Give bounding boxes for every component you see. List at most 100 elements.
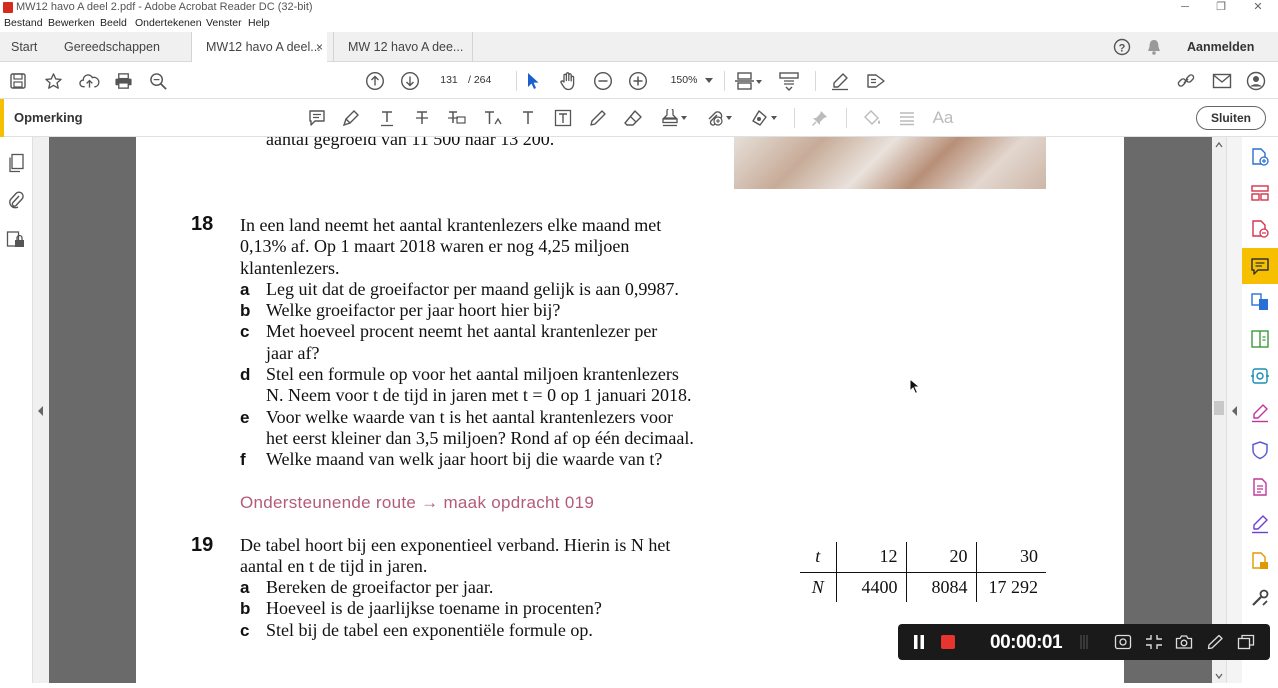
menu-ondertekenen[interactable]: Ondertekenen: [135, 17, 202, 29]
replace-text-icon[interactable]: [446, 108, 468, 128]
table-cell: 20: [906, 542, 977, 573]
menu-help[interactable]: Help: [248, 17, 270, 29]
scan-ocr-icon[interactable]: [1249, 365, 1271, 387]
attach-file-icon[interactable]: [704, 108, 734, 128]
table-row: N 4400 8084 17 292: [800, 572, 1046, 602]
recorder-grip-icon: [1078, 634, 1090, 650]
tab-tools[interactable]: Gereedschappen: [64, 32, 160, 62]
zoom-in-icon[interactable]: [627, 70, 649, 92]
toolbar-divider: [516, 71, 517, 91]
close-comment-button[interactable]: Sluiten: [1196, 106, 1266, 130]
sign-pen-icon[interactable]: [829, 70, 851, 92]
help-icon[interactable]: ?: [1113, 32, 1131, 62]
tab-start[interactable]: Start: [11, 32, 37, 62]
zoom-level-select[interactable]: 150%: [664, 72, 704, 89]
prepare-form-icon[interactable]: [1249, 476, 1271, 498]
insert-text-icon[interactable]: [482, 108, 504, 128]
pdf-page: aantal gegroeid van 11 500 naar 13 200. …: [136, 137, 1124, 683]
bookmark-star-icon[interactable]: [43, 71, 63, 91]
add-text-icon[interactable]: [518, 108, 538, 128]
left-navigation-rail: [0, 137, 33, 683]
combine-files-icon[interactable]: [1249, 291, 1271, 313]
pencil-draw-icon[interactable]: [588, 108, 608, 128]
question-18-item-letter: e: [240, 408, 250, 427]
menu-bewerken[interactable]: Bewerken: [48, 17, 95, 29]
annotate-pen-icon[interactable]: [1205, 633, 1225, 651]
zoom-out-icon[interactable]: [592, 70, 614, 92]
minimize-button[interactable]: ─: [1167, 0, 1203, 14]
share-link-icon[interactable]: [1175, 70, 1197, 92]
pin-icon[interactable]: [810, 108, 830, 128]
select-cursor-icon[interactable]: [523, 70, 543, 92]
right-collapse-gutter[interactable]: [1226, 137, 1242, 683]
organize-pages-icon[interactable]: [1249, 182, 1271, 204]
vertical-scrollbar[interactable]: [1212, 137, 1226, 683]
sticky-note-icon[interactable]: [307, 108, 327, 128]
line-width-icon[interactable]: [897, 108, 917, 128]
page-number-input[interactable]: 131: [434, 72, 464, 89]
print-icon[interactable]: [113, 71, 133, 91]
stamp-approve-icon[interactable]: [865, 70, 887, 92]
request-signature-icon[interactable]: [1249, 513, 1271, 535]
toolbar-divider: [815, 71, 816, 91]
next-page-icon[interactable]: [399, 70, 421, 92]
notification-bell-icon[interactable]: [1145, 32, 1163, 62]
fill-sign-icon[interactable]: [1249, 402, 1271, 424]
email-icon[interactable]: [1211, 70, 1233, 92]
tab-close-icon[interactable]: ×: [316, 32, 323, 62]
more-tools-icon[interactable]: [1249, 587, 1271, 609]
close-window-button[interactable]: ✕: [1240, 0, 1276, 14]
pause-icon[interactable]: [910, 633, 928, 651]
create-pdf-icon[interactable]: [1249, 146, 1271, 168]
fill-color-icon[interactable]: [862, 108, 882, 128]
protect-shield-icon[interactable]: [1249, 439, 1271, 461]
menu-beeld[interactable]: Beeld: [100, 17, 127, 29]
restore-button[interactable]: ❐: [1203, 0, 1239, 14]
account-search-icon[interactable]: [1245, 70, 1267, 92]
menu-bestand[interactable]: Bestand: [4, 17, 43, 29]
security-lock-icon[interactable]: [5, 229, 27, 251]
stop-record-icon[interactable]: [939, 633, 957, 651]
stamp-tool-icon[interactable]: [659, 108, 689, 128]
question-18-intro-line: 0,13% af. Op 1 maart 2018 waren er nog 4…: [240, 236, 630, 256]
zoom-dropdown-chevron-icon[interactable]: [704, 74, 714, 88]
menu-venster[interactable]: Venster: [206, 17, 242, 29]
font-tool-icon[interactable]: Aa: [930, 108, 956, 128]
question-18-item-text: Voor welke waarde van t is het aantal kr…: [266, 407, 674, 427]
collapse-recorder-icon[interactable]: [1144, 633, 1164, 651]
save-icon[interactable]: [8, 71, 28, 91]
question-18-item-letter: b: [240, 301, 251, 320]
compare-files-icon[interactable]: [1249, 328, 1271, 350]
table-row: t 12 20 30: [800, 542, 1046, 573]
screenshot-camera-icon[interactable]: [1174, 633, 1194, 651]
text-box-icon[interactable]: [553, 108, 573, 128]
support-route-link[interactable]: Ondersteunende route → maak opdracht 019: [240, 493, 594, 513]
tab-document-active[interactable]: MW12 havo A deel... ×: [191, 32, 327, 63]
highlight-pen-icon[interactable]: [341, 108, 361, 128]
tab-document-label: MW12 havo A deel...: [206, 40, 321, 54]
toolbar-divider: [794, 108, 795, 128]
webcam-icon[interactable]: [1113, 633, 1133, 651]
send-for-review-icon[interactable]: [1249, 550, 1271, 572]
export-pdf-icon[interactable]: [1249, 218, 1271, 240]
sign-in-button[interactable]: Aanmelden: [1187, 32, 1254, 62]
page-thumbnails-icon[interactable]: [6, 153, 26, 173]
upload-cloud-icon[interactable]: [78, 71, 100, 91]
comment-tool-icon[interactable]: [1249, 255, 1271, 277]
previous-page-icon[interactable]: [364, 70, 386, 92]
question-18-item-text: Stel een formule op voor het aantal milj…: [266, 364, 679, 384]
shapes-tool-icon[interactable]: [749, 108, 779, 128]
left-collapse-gutter[interactable]: [33, 137, 49, 683]
tab-document-2[interactable]: MW 12 havo A dee...: [333, 32, 473, 62]
page-layout-icon[interactable]: [734, 70, 764, 92]
question-18-item-text: Met hoeveel procent neemt het aantal kra…: [266, 321, 658, 341]
scrolling-mode-icon[interactable]: [777, 70, 801, 92]
eraser-icon[interactable]: [623, 108, 643, 128]
underline-text-icon[interactable]: [377, 108, 397, 128]
hand-tool-icon[interactable]: [557, 70, 579, 92]
search-zoom-icon[interactable]: [148, 71, 168, 91]
question-19-intro-line: aantal en t de tijd in jaren.: [240, 556, 428, 576]
attachments-paperclip-icon[interactable]: [6, 190, 26, 210]
minimize-recorder-icon[interactable]: [1236, 633, 1256, 651]
strikethrough-text-icon[interactable]: [412, 108, 432, 128]
